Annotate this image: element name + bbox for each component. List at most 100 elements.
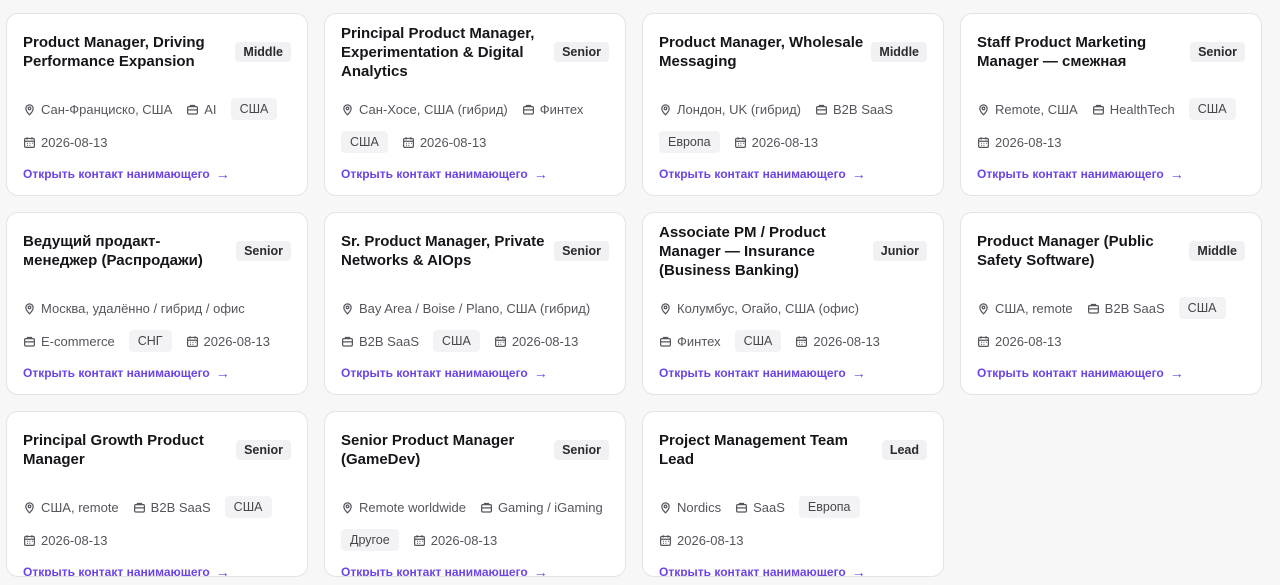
open-contact-link[interactable]: Открыть контакт нанимающего → xyxy=(23,564,230,576)
region-chip: США xyxy=(341,131,388,153)
category: AI xyxy=(186,102,217,117)
location-text: Лондон, UK (гибрид) xyxy=(677,101,802,117)
meta-row: Европа 2026-08-13 xyxy=(659,130,927,154)
category: Финтех xyxy=(659,334,721,349)
date-text: 2026-08-13 xyxy=(511,333,579,349)
meta-row: США 2026-08-13 xyxy=(341,130,609,154)
category: B2B SaaS xyxy=(815,102,893,117)
link-label: Открыть контакт нанимающего xyxy=(341,565,528,577)
briefcase-icon xyxy=(133,501,151,514)
job-title: Product Manager, Driving Performance Exp… xyxy=(23,34,205,70)
briefcase-icon xyxy=(1087,302,1105,315)
location: Москва, удалённо / гибрид / офис xyxy=(23,301,245,316)
open-contact-link[interactable]: Открыть контакт нанимающего → xyxy=(341,564,548,577)
date: 2026-08-13 xyxy=(413,532,498,548)
job-title: Principal Product Manager, Experimentati… xyxy=(341,24,535,80)
link-label: Открыть контакт нанимающего xyxy=(659,366,846,380)
arrow-right-icon: → xyxy=(851,166,866,182)
date-text: 2026-08-13 xyxy=(677,532,744,548)
category: B2B SaaS xyxy=(1087,301,1165,316)
briefcase-icon xyxy=(1092,103,1110,116)
job-card: Principal Growth Product Manager Senior СШ… xyxy=(6,411,308,577)
level-badge: Senior xyxy=(236,241,291,261)
location: Remote worldwide xyxy=(341,500,466,515)
level-badge: Middle xyxy=(871,42,927,62)
job-card: Sr. Product Manager, Private Networks & … xyxy=(324,212,626,395)
job-card: Product Manager, Driving Performance Exp… xyxy=(6,13,308,196)
calendar-icon xyxy=(795,335,813,348)
meta-row: Bay Area / Boise / Plano, США (гибрид) xyxy=(341,296,609,320)
level-badge: Senior xyxy=(554,440,609,460)
meta-row: 2026-08-13 xyxy=(977,130,1245,154)
date-text: 2026-08-13 xyxy=(430,532,498,548)
category-text: SaaS xyxy=(753,499,785,515)
date: 2026-08-13 xyxy=(23,533,108,548)
date: 2026-08-13 xyxy=(659,533,744,548)
link-label: Открыть контакт нанимающего xyxy=(659,565,846,577)
open-contact-link[interactable]: Открыть контакт нанимающего → xyxy=(341,365,548,381)
job-title: Product Manager (Public Safety Software) xyxy=(977,233,1154,269)
job-title: Sr. Product Manager, Private Networks & … xyxy=(341,233,545,269)
meta-row: Сан-Франциско, США AI США xyxy=(23,97,291,121)
level-badge: Senior xyxy=(554,42,609,62)
category: B2B SaaS xyxy=(133,500,211,515)
open-contact-link[interactable]: Открыть контакт нанимающего → xyxy=(23,166,230,182)
open-contact-link[interactable]: Открыть контакт нанимающего → xyxy=(977,166,1184,182)
calendar-icon xyxy=(402,136,420,149)
date-text: 2026-08-13 xyxy=(41,134,108,150)
location: Лондон, UK (гибрид) xyxy=(659,102,801,117)
date-text: 2026-08-13 xyxy=(41,532,108,548)
open-contact-link[interactable]: Открыть контакт нанимающего → xyxy=(977,365,1184,381)
location-text: Москва, удалённо / гибрид / офис xyxy=(41,300,245,316)
arrow-right-icon: → xyxy=(215,365,230,381)
calendar-icon xyxy=(977,335,995,348)
briefcase-icon xyxy=(659,335,677,348)
calendar-icon xyxy=(734,136,752,149)
calendar-icon xyxy=(977,136,995,149)
category-text: B2B SaaS xyxy=(150,499,211,515)
category-text: Финтех xyxy=(539,101,584,117)
map-pin-icon xyxy=(977,302,995,315)
category-text: B2B SaaS xyxy=(1104,300,1165,316)
open-contact-link[interactable]: Открыть контакт нанимающего → xyxy=(23,365,230,381)
job-title: Senior Product Manager (GameDev) xyxy=(341,432,515,468)
map-pin-icon xyxy=(23,501,41,514)
category: E-commerce xyxy=(23,334,115,349)
location-text: Remote worldwide xyxy=(359,499,466,515)
level-badge: Lead xyxy=(881,440,927,460)
category-text: HealthTech xyxy=(1109,101,1175,117)
level-badge: Senior xyxy=(1190,42,1245,62)
map-pin-icon xyxy=(659,501,677,514)
meta-row: B2B SaaS США 2026-08-13 xyxy=(341,329,609,353)
job-title: Product Manager, Wholesale Messaging xyxy=(659,34,864,70)
level-badge: Senior xyxy=(236,440,291,460)
open-contact-link[interactable]: Открыть контакт нанимающего → xyxy=(659,564,866,577)
category: SaaS xyxy=(735,500,785,515)
map-pin-icon xyxy=(341,302,359,315)
map-pin-icon xyxy=(659,302,677,315)
job-card: Principal Product Manager, Experimentati… xyxy=(324,13,626,196)
job-title: Staff Product Marketing Manager — смежна… xyxy=(977,34,1147,70)
map-pin-icon xyxy=(977,103,995,116)
meta-row: E-commerce СНГ 2026-08-13 xyxy=(23,329,291,353)
region-chip: Европа xyxy=(798,496,860,518)
open-contact-link[interactable]: Открыть контакт нанимающего → xyxy=(659,365,866,381)
meta-row: Сан-Хосе, США (гибрид) Финтех xyxy=(341,97,609,121)
link-label: Открыть контакт нанимающего xyxy=(659,167,846,181)
date-text: 2026-08-13 xyxy=(813,333,880,349)
link-label: Открыть контакт нанимающего xyxy=(23,366,210,380)
job-title: Project Management Team Lead xyxy=(659,432,848,468)
briefcase-icon xyxy=(23,335,41,348)
meta-row: Колумбус, Огайо, США (офис) xyxy=(659,296,927,320)
open-contact-link[interactable]: Открыть контакт нанимающего → xyxy=(341,166,548,182)
open-contact-link[interactable]: Открыть контакт нанимающего → xyxy=(659,166,866,182)
arrow-right-icon: → xyxy=(215,166,230,182)
job-card: Product Manager (Public Safety Software)… xyxy=(960,212,1262,395)
job-card: Project Management Team Lead Lead Nordics S… xyxy=(642,411,944,577)
map-pin-icon xyxy=(659,103,677,116)
briefcase-icon xyxy=(186,103,204,116)
category: Gaming / iGaming xyxy=(480,500,603,515)
category-text: E-commerce xyxy=(41,333,115,349)
location: Сан-Хосе, США (гибрид) xyxy=(341,102,508,117)
location: Nordics xyxy=(659,500,721,515)
